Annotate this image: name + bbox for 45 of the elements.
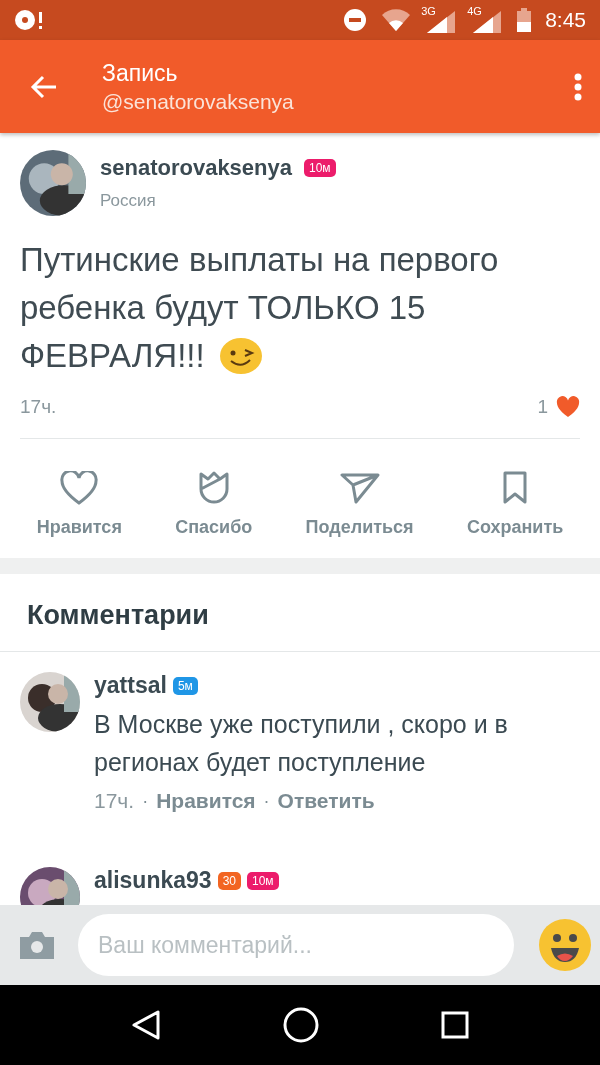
wifi-icon	[381, 8, 412, 32]
more-menu-icon[interactable]	[574, 72, 582, 101]
post-time: 17ч.	[20, 396, 58, 418]
network-label: 3G	[421, 5, 436, 17]
action-button[interactable]: Нравится	[36, 471, 122, 538]
screen-title: Запись	[102, 59, 179, 87]
bookmark-icon	[502, 471, 529, 505]
battery-icon	[517, 8, 532, 32]
reply-link[interactable]: Ответить	[277, 789, 375, 813]
do-not-disturb-icon	[343, 8, 368, 32]
back-nav-icon[interactable]	[131, 1009, 161, 1041]
wink-emoji-icon	[218, 337, 263, 375]
recents-nav-icon[interactable]	[441, 1011, 469, 1039]
like-count: 1	[537, 396, 548, 418]
level-badge: 5м	[172, 676, 198, 695]
heart-icon	[60, 471, 99, 505]
network-label: 4G	[467, 5, 482, 17]
level-badge: 10м	[247, 871, 279, 890]
action-button[interactable]: Сохранить	[466, 471, 564, 538]
level-badge: 10м	[304, 159, 336, 177]
comment-time: 17ч.	[94, 789, 135, 813]
separator-dot: ·	[263, 790, 270, 812]
like-link[interactable]: Нравится	[156, 789, 256, 813]
action-button[interactable]: Спасибо	[175, 471, 253, 538]
tulip-icon	[197, 471, 230, 505]
screen-subtitle: @senatorovaksenya	[102, 89, 295, 114]
author-name[interactable]: senatorovaksenya	[100, 155, 292, 181]
commenter-name[interactable]: alisunka93	[94, 867, 212, 894]
disc-icon	[14, 9, 44, 31]
author-location: Россия	[100, 191, 157, 211]
separator-dot: ·	[142, 790, 149, 812]
comments-heading: Комментарии	[0, 574, 600, 652]
heart-icon	[556, 396, 580, 418]
commenter-name[interactable]: yattsal	[94, 672, 167, 699]
clock-time: 8:45	[545, 8, 586, 32]
action-button[interactable]: Поделиться	[305, 471, 414, 538]
back-arrow-icon[interactable]	[30, 74, 58, 99]
level-badge: 30	[217, 871, 241, 890]
comment-input-field[interactable]: Ваш комментарий...	[78, 914, 514, 976]
comment-text: В Москве уже поступили , скоро и в регионах будет поступление	[94, 709, 509, 778]
home-nav-icon[interactable]	[283, 1007, 319, 1043]
post-text: ФЕВРАЛЯ!!!	[20, 336, 205, 376]
paper-plane-icon	[339, 471, 380, 505]
post-text: Путинские выплаты на первого ребенка будут ТОЛЬКО 15	[20, 240, 500, 328]
smiley-emoji-icon[interactable]	[538, 918, 592, 972]
